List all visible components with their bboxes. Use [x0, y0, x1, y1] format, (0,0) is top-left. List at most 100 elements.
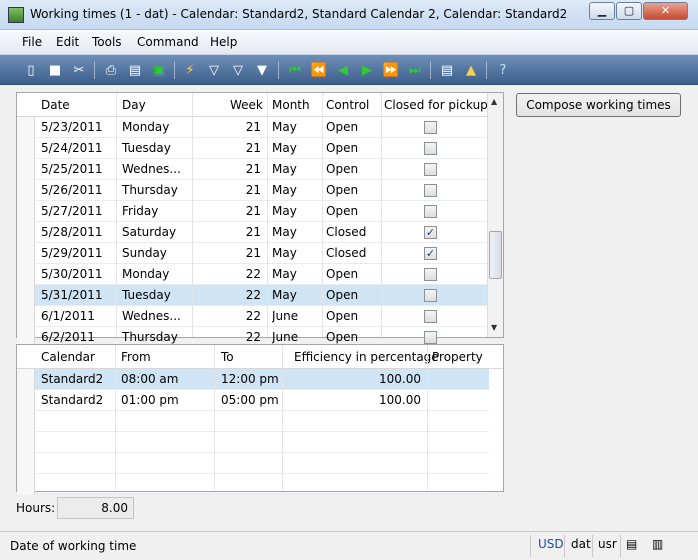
closed-for-pickup-checkbox[interactable] — [424, 184, 437, 197]
filter-clear-icon[interactable]: ▽ — [229, 61, 247, 79]
col-control[interactable]: Control — [326, 98, 369, 112]
table-row[interactable]: 5/28/2011 Saturday 21 May Closed ✓ — [17, 222, 488, 243]
scroll-up-icon[interactable]: ▲ — [491, 97, 497, 106]
print-preview-icon[interactable]: ▤ — [126, 61, 144, 79]
row-selector[interactable] — [17, 159, 35, 180]
alert-icon[interactable]: ▲ — [462, 61, 480, 79]
cell-date[interactable]: 5/27/2011 — [41, 204, 117, 218]
cell-efficiency[interactable]: 100.00 — [287, 393, 421, 407]
cell-control[interactable]: Open — [326, 267, 381, 281]
company-indicator[interactable]: dat — [571, 537, 591, 551]
closed-for-pickup-checkbox[interactable] — [424, 205, 437, 218]
print-icon[interactable]: ⎙ — [102, 61, 120, 79]
cell-date[interactable]: 6/1/2011 — [41, 309, 117, 323]
cell-week[interactable]: 22 — [195, 288, 261, 302]
cell-month[interactable]: May — [272, 141, 322, 155]
cell-control[interactable]: Open — [326, 183, 381, 197]
cell-week[interactable]: 21 — [195, 204, 261, 218]
row-selector[interactable] — [17, 411, 35, 432]
first-record-icon[interactable]: ⏮ — [286, 61, 304, 79]
table-row[interactable]: Standard2 08:00 am 12:00 pm 100.00 — [17, 369, 489, 390]
cell-control[interactable]: Open — [326, 162, 381, 176]
closed-for-pickup-checkbox[interactable] — [424, 268, 437, 281]
last-record-icon[interactable]: ⏭ — [406, 61, 424, 79]
currency-indicator[interactable]: USD — [538, 537, 564, 551]
save-icon[interactable]: ■ — [46, 61, 64, 79]
cell-calendar[interactable]: Standard2 — [41, 372, 113, 386]
cell-month[interactable]: May — [272, 288, 322, 302]
col-to[interactable]: To — [221, 350, 234, 364]
table-row[interactable]: 6/1/2011 Wednes... 22 June Open — [17, 306, 488, 327]
cell-day[interactable]: Tuesday — [122, 288, 192, 302]
table-row[interactable]: 5/25/2011 Wednes... 21 May Open — [17, 159, 488, 180]
cell-week[interactable]: 21 — [195, 141, 261, 155]
cell-week[interactable]: 22 — [195, 330, 261, 344]
scroll-down-icon[interactable]: ▼ — [491, 323, 497, 332]
cell-control[interactable]: Open — [326, 141, 381, 155]
cell-date[interactable]: 5/26/2011 — [41, 183, 117, 197]
cell-day[interactable]: Friday — [122, 204, 192, 218]
col-efficiency[interactable]: Efficiency in percentage — [294, 350, 439, 364]
cell-from[interactable]: 01:00 pm — [121, 393, 211, 407]
menu-file[interactable]: File — [22, 35, 42, 49]
col-week[interactable]: Week — [230, 98, 263, 112]
table-row[interactable]: 5/23/2011 Monday 21 May Open — [17, 117, 488, 138]
cell-date[interactable]: 5/31/2011 — [41, 288, 117, 302]
closed-for-pickup-checkbox[interactable] — [424, 289, 437, 302]
cell-month[interactable]: May — [272, 225, 322, 239]
cell-week[interactable]: 21 — [195, 183, 261, 197]
row-selector[interactable] — [17, 453, 35, 474]
row-selector[interactable] — [17, 390, 35, 411]
cell-month[interactable]: May — [272, 246, 322, 260]
menu-edit[interactable]: Edit — [56, 35, 79, 49]
cell-calendar[interactable]: Standard2 — [41, 393, 113, 407]
row-selector[interactable] — [17, 201, 35, 222]
col-property[interactable]: Property — [432, 350, 483, 364]
row-selector[interactable] — [17, 432, 35, 453]
col-from[interactable]: From — [121, 350, 151, 364]
next-page-icon[interactable]: ⏩ — [382, 61, 400, 79]
col-date[interactable]: Date — [41, 98, 70, 112]
cell-month[interactable]: June — [272, 330, 322, 344]
cell-date[interactable]: 5/25/2011 — [41, 162, 117, 176]
document-icon[interactable]: ▤ — [438, 61, 456, 79]
row-selector[interactable] — [17, 474, 35, 495]
cell-month[interactable]: May — [272, 120, 322, 134]
cell-date[interactable]: 5/29/2011 — [41, 246, 117, 260]
cell-control[interactable]: Open — [326, 309, 381, 323]
row-selector[interactable] — [17, 222, 35, 243]
menu-help[interactable]: Help — [210, 35, 237, 49]
cell-control[interactable]: Closed — [326, 246, 381, 260]
maximize-button[interactable]: ▢ — [616, 2, 642, 20]
filter-lightning-icon[interactable]: ⚡ — [181, 61, 199, 79]
closed-for-pickup-checkbox[interactable] — [424, 121, 437, 134]
table-row[interactable]: Standard2 01:00 pm 05:00 pm 100.00 — [17, 390, 489, 411]
new-icon[interactable]: ▯ — [22, 61, 40, 79]
closed-for-pickup-checkbox[interactable] — [424, 331, 437, 344]
closed-for-pickup-checkbox[interactable] — [424, 310, 437, 323]
closed-for-pickup-checkbox[interactable]: ✓ — [424, 226, 437, 239]
cell-to[interactable]: 05:00 pm — [221, 393, 281, 407]
menu-command[interactable]: Command — [137, 35, 199, 49]
row-selector[interactable] — [17, 264, 35, 285]
cell-day[interactable]: Wednes... — [122, 162, 192, 176]
row-selector[interactable] — [17, 138, 35, 159]
cell-control[interactable]: Open — [326, 330, 381, 344]
cell-day[interactable]: Tuesday — [122, 141, 192, 155]
cell-date[interactable]: 5/24/2011 — [41, 141, 117, 155]
scroll-thumb[interactable] — [489, 231, 502, 279]
row-selector[interactable] — [17, 180, 35, 201]
cell-date[interactable]: 6/2/2011 — [41, 330, 117, 344]
table-row[interactable] — [17, 432, 489, 453]
row-selector[interactable] — [17, 243, 35, 264]
vertical-scrollbar[interactable]: ▲ ▼ — [487, 93, 503, 337]
col-calendar[interactable]: Calendar — [41, 350, 95, 364]
table-row[interactable]: 5/26/2011 Thursday 21 May Open — [17, 180, 488, 201]
cell-control[interactable]: Open — [326, 204, 381, 218]
col-month[interactable]: Month — [272, 98, 310, 112]
cell-from[interactable]: 08:00 am — [121, 372, 211, 386]
filter-icon[interactable]: ▽ — [205, 61, 223, 79]
cell-month[interactable]: May — [272, 162, 322, 176]
cell-day[interactable]: Thursday — [122, 330, 192, 344]
cell-month[interactable]: May — [272, 267, 322, 281]
